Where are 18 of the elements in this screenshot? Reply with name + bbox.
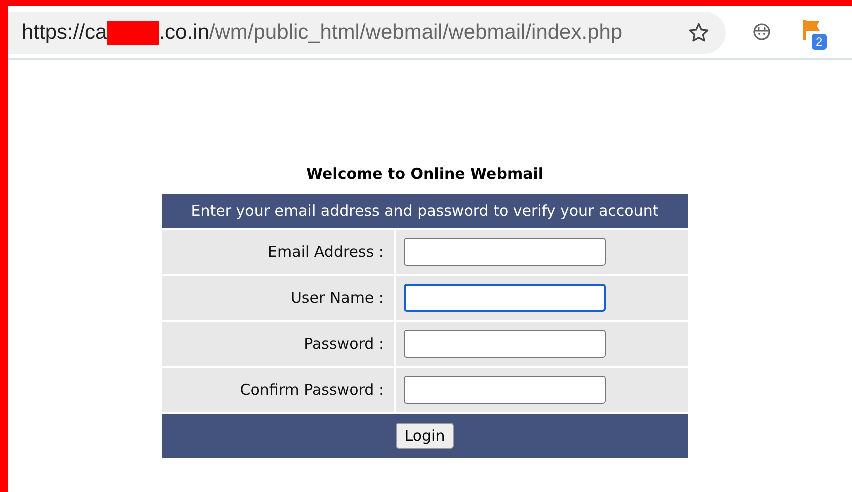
field-label: Email Address : <box>162 230 394 274</box>
input-field[interactable] <box>404 284 606 312</box>
url-text: https://ca <box>22 21 108 45</box>
input-field[interactable] <box>404 330 606 358</box>
form-header: Enter your email address and password to verify your account <box>162 194 688 228</box>
url-text: .co.in <box>159 21 210 45</box>
input-field[interactable] <box>404 376 606 404</box>
notification-badge: 2 <box>812 34 827 50</box>
field-label: User Name : <box>162 276 394 320</box>
field-label: Password : <box>162 322 394 366</box>
page-heading: Welcome to Online Webmail <box>306 165 544 183</box>
address-bar[interactable]: https://ca .co.in/wm/public_html/webmail/webmail/index.php <box>8 12 726 54</box>
star-icon[interactable] <box>688 22 710 44</box>
url-text: /wm/public_html/webmail/webmail/index.php <box>209 21 623 45</box>
input-field[interactable] <box>404 238 606 266</box>
login-button[interactable]: Login <box>396 423 454 449</box>
field-label: Confirm Password : <box>162 368 394 412</box>
face-icon[interactable] <box>752 22 772 42</box>
